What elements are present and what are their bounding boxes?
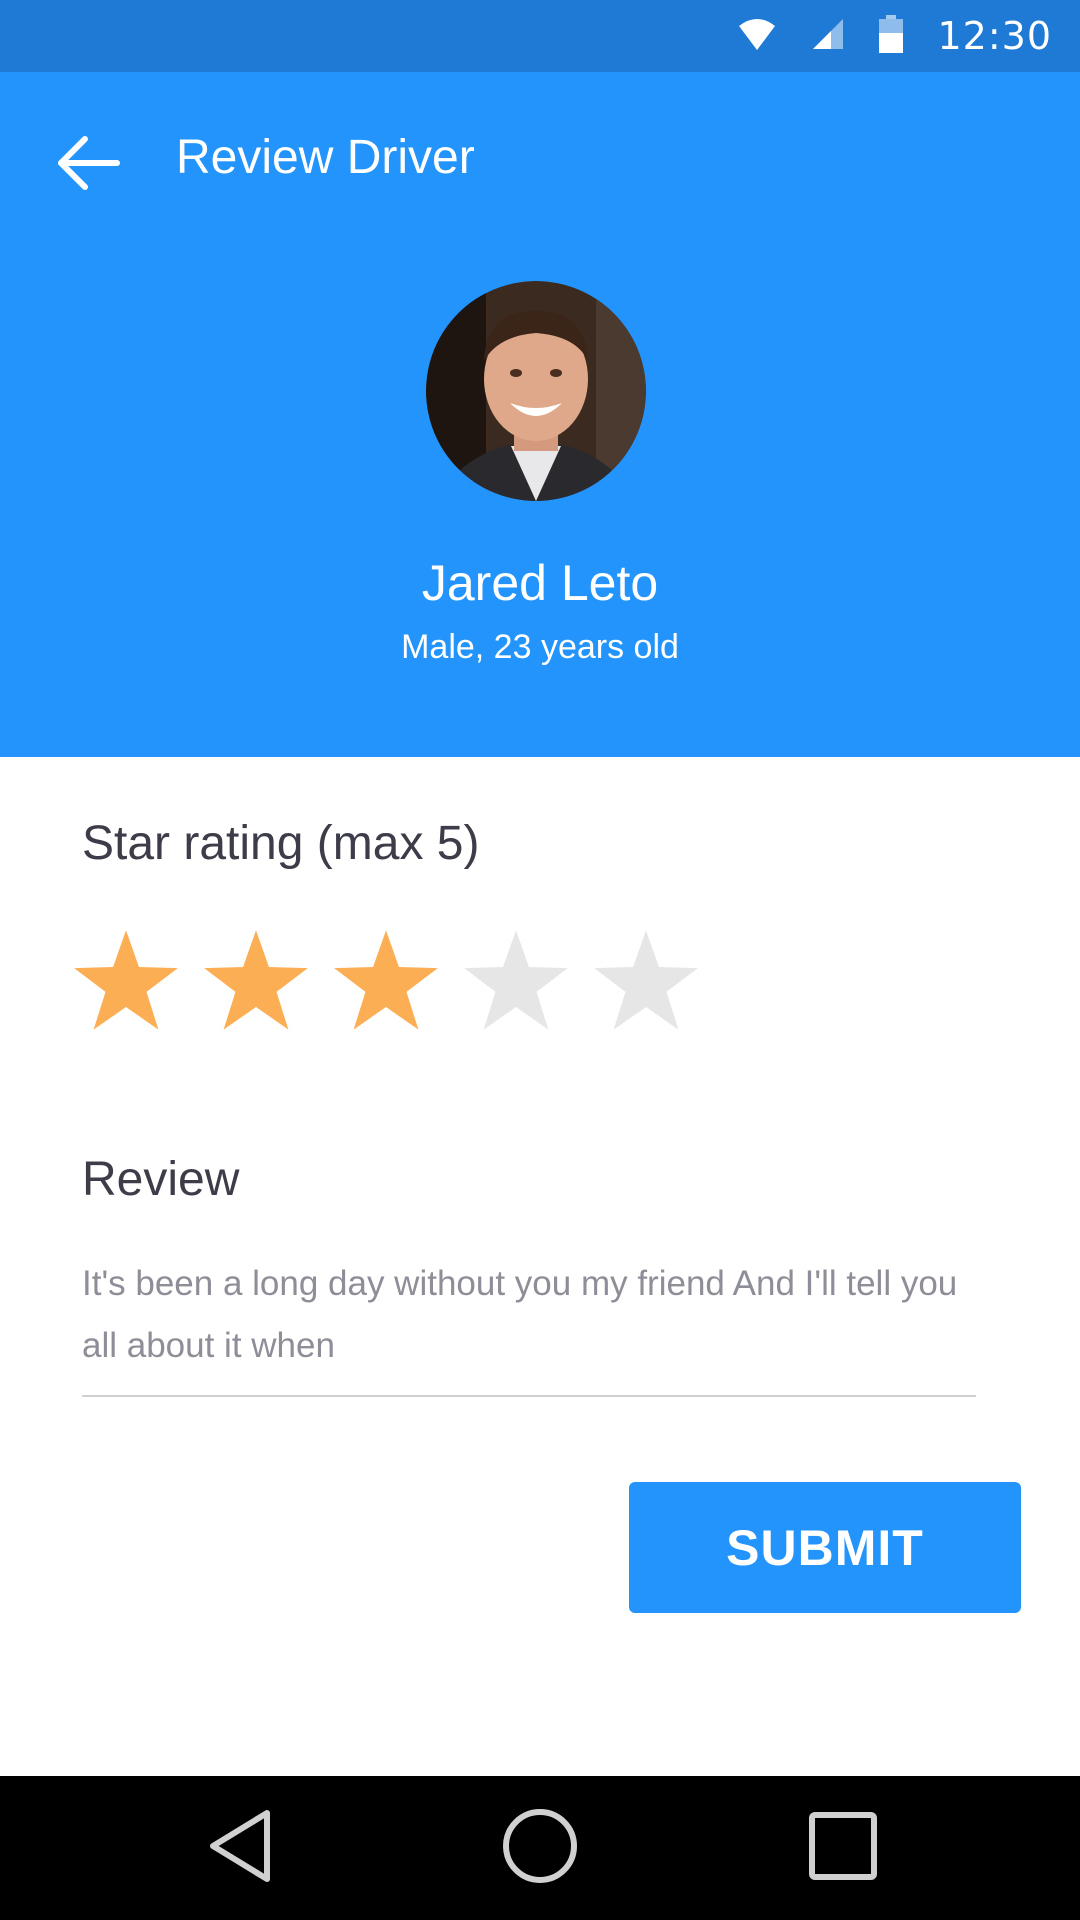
driver-header: Review Driver Jared Leto Male, 23 years … [0, 72, 1080, 757]
submit-button[interactable]: SUBMIT [629, 1482, 1021, 1613]
page-title: Review Driver [176, 131, 475, 184]
cell-signal-icon [811, 17, 845, 56]
wifi-icon [737, 16, 777, 57]
driver-details: Male, 23 years old [401, 628, 679, 666]
nav-home-button[interactable] [460, 1776, 620, 1920]
driver-avatar [426, 281, 646, 501]
star-3-filled-icon[interactable] [332, 928, 440, 1032]
status-bar: 12:30 [0, 0, 1080, 72]
navigation-bar [0, 1776, 1080, 1920]
nav-back-button[interactable] [160, 1776, 320, 1920]
star-2-filled-icon[interactable] [202, 928, 310, 1032]
back-triangle-icon [205, 1807, 275, 1890]
status-time: 12:30 [937, 14, 1052, 58]
review-input-underline [82, 1395, 976, 1397]
star-rating [72, 928, 700, 1032]
review-driver-screen: 12:30 Review Driver Jared Leto Male, 23 … [0, 0, 1080, 1920]
review-label: Review [82, 1153, 240, 1206]
back-button[interactable] [44, 120, 134, 210]
recents-square-icon [808, 1811, 878, 1886]
driver-name: Jared Leto [421, 555, 659, 611]
battery-icon [879, 14, 904, 58]
star-4-empty-icon[interactable] [462, 928, 570, 1032]
status-icons: 12:30 [737, 0, 1052, 72]
arrow-left-icon [57, 135, 121, 196]
review-input[interactable]: It's been a long day without you my frie… [82, 1253, 982, 1377]
home-circle-icon [502, 1808, 578, 1889]
star-5-empty-icon[interactable] [592, 928, 700, 1032]
star-1-filled-icon[interactable] [72, 928, 180, 1032]
nav-recents-button[interactable] [763, 1776, 923, 1920]
star-rating-label: Star rating (max 5) [82, 817, 480, 870]
